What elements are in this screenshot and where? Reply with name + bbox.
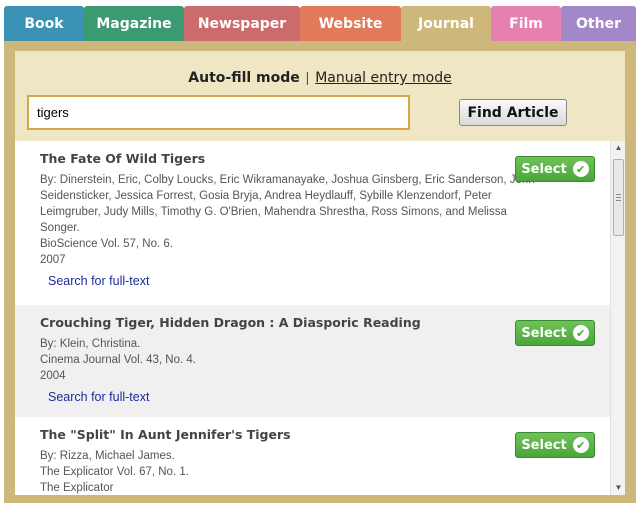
result-authors: By: Rizza, Michael James. (40, 450, 175, 462)
select-button[interactable]: Select ✔ (515, 156, 595, 182)
grip-icon (616, 194, 621, 201)
mode-separator: | (305, 69, 310, 85)
select-button[interactable]: Select ✔ (515, 320, 595, 346)
checkmark-icon: ✔ (572, 325, 589, 341)
result-item: Crouching Tiger, Hidden Dragon : A Diasp… (15, 305, 610, 417)
result-source: The Explicator Vol. 67, No. 1. (40, 466, 189, 478)
journal-panel: Auto-fill mode | Manual entry mode Find … (4, 41, 636, 503)
checkmark-icon: ✔ (572, 161, 589, 177)
tab-magazine[interactable]: Magazine (84, 6, 184, 42)
search-input[interactable] (27, 95, 410, 130)
result-source: Cinema Journal Vol. 43, No. 4. (40, 354, 196, 366)
tab-website[interactable]: Website (300, 6, 401, 42)
result-authors: By: Klein, Christina. (40, 338, 141, 350)
select-label: Select (521, 437, 567, 453)
result-authors: By: Dinerstein, Eric, Colby Loucks, Eric… (40, 174, 535, 234)
result-year: The Explicator (40, 482, 114, 494)
tab-label: Other (576, 16, 621, 32)
select-button[interactable]: Select ✔ (515, 432, 595, 458)
tab-bar: Book Magazine Newspaper Website Journal … (4, 6, 636, 42)
result-item: The "Split" In Aunt Jennifer's Tigers By… (15, 417, 610, 495)
mode-switcher: Auto-fill mode | Manual entry mode (15, 69, 625, 86)
tab-label: Book (24, 16, 64, 32)
tab-book[interactable]: Book (4, 6, 84, 42)
scrollbar-thumb[interactable] (613, 159, 624, 236)
results-list: The Fate Of Wild Tigers By: Dinerstein, … (15, 141, 625, 495)
search-full-text-link[interactable]: Search for full-text (48, 274, 149, 288)
find-article-button[interactable]: Find Article (459, 99, 567, 126)
tab-newspaper[interactable]: Newspaper (184, 6, 300, 42)
checkmark-icon: ✔ (572, 437, 589, 453)
tab-label: Film (509, 16, 543, 32)
tab-label: Website (318, 16, 383, 32)
auto-fill-mode-label: Auto-fill mode (188, 70, 300, 86)
search-full-text-link[interactable]: Search for full-text (48, 390, 149, 404)
panel-content: Auto-fill mode | Manual entry mode Find … (15, 51, 625, 495)
tab-other[interactable]: Other (561, 6, 636, 42)
select-label: Select (521, 161, 567, 177)
select-label: Select (521, 325, 567, 341)
result-source: BioScience Vol. 57, No. 6. (40, 238, 173, 250)
tab-journal[interactable]: Journal (401, 6, 491, 42)
result-item: The Fate Of Wild Tigers By: Dinerstein, … (15, 141, 610, 305)
tab-label: Magazine (96, 16, 172, 32)
tab-film[interactable]: Film (491, 6, 561, 42)
result-year: 2007 (40, 254, 66, 266)
scroll-down-arrow-icon[interactable]: ▼ (611, 481, 625, 495)
results-scrollbar[interactable]: ▲ ▼ (610, 141, 625, 495)
tab-label: Newspaper (197, 16, 287, 32)
scroll-up-arrow-icon[interactable]: ▲ (611, 141, 625, 155)
result-year: 2004 (40, 370, 66, 382)
manual-entry-mode-link[interactable]: Manual entry mode (315, 70, 452, 86)
tab-label: Journal (418, 16, 474, 32)
